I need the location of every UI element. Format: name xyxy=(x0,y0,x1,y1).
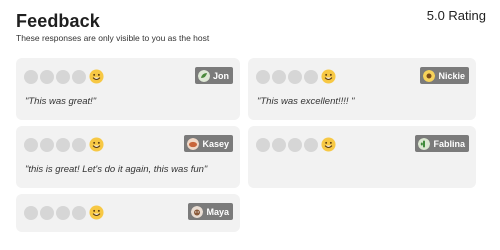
empty-rating-dot xyxy=(288,137,302,152)
empty-rating-dot xyxy=(72,137,86,152)
empty-rating-dot xyxy=(24,205,38,220)
feedback-card-kasey: Kasey "this is great! Let's do it again,… xyxy=(16,126,240,188)
overall-rating: 5.0 Rating xyxy=(426,8,486,23)
cactus-avatar-icon xyxy=(418,137,431,150)
smiley-face-icon xyxy=(321,137,336,152)
feedback-quote: "This was great!" xyxy=(25,96,97,107)
user-name: Fablina xyxy=(433,138,465,149)
user-tag-kasey[interactable]: Kasey xyxy=(184,135,233,152)
empty-rating-dot xyxy=(40,69,54,84)
empty-rating-dot xyxy=(72,205,86,220)
empty-rating-dot xyxy=(56,137,70,152)
empty-rating-dot xyxy=(56,205,70,220)
rating-faces xyxy=(24,137,104,152)
empty-rating-dot xyxy=(288,69,302,84)
feedback-quote: "this is great! Let's do it again, this … xyxy=(25,164,208,175)
feedback-card-maya: Maya xyxy=(16,194,240,232)
empty-rating-dot xyxy=(272,137,286,152)
empty-rating-dot xyxy=(40,205,54,220)
smiley-face-icon xyxy=(89,205,104,220)
rating-faces xyxy=(24,205,104,220)
empty-rating-dot xyxy=(272,69,286,84)
sunflower-avatar-icon xyxy=(423,69,436,82)
smiley-face-icon xyxy=(321,69,336,84)
user-tag-nickie[interactable]: Nickie xyxy=(420,67,469,84)
empty-rating-dot xyxy=(304,69,318,84)
empty-rating-dot xyxy=(40,137,54,152)
user-tag-fablina[interactable]: Fablina xyxy=(415,135,469,152)
user-name: Jon xyxy=(212,70,229,81)
empty-rating-dot xyxy=(24,137,38,152)
pet-avatar-icon xyxy=(191,205,204,218)
feedback-card-jon: Jon "This was great!" xyxy=(16,58,240,120)
user-name: Nickie xyxy=(438,70,465,81)
user-name: Kasey xyxy=(202,138,229,149)
pastry-avatar-icon xyxy=(187,137,200,150)
feedback-grid: Jon "This was great!" Nickie "This was e… xyxy=(16,58,484,232)
feedback-card-nickie: Nickie "This was excellent!!!! " xyxy=(248,58,476,120)
page-subtitle: These responses are only visible to you … xyxy=(16,33,210,43)
page-title: Feedback xyxy=(16,11,100,31)
rating-faces xyxy=(256,69,336,84)
user-name: Maya xyxy=(206,206,229,217)
rating-faces xyxy=(256,137,336,152)
user-tag-maya[interactable]: Maya xyxy=(188,203,233,220)
empty-rating-dot xyxy=(72,69,86,84)
empty-rating-dot xyxy=(304,137,318,152)
empty-rating-dot xyxy=(256,137,270,152)
empty-rating-dot xyxy=(56,69,70,84)
rating-faces xyxy=(24,69,104,84)
leaf-avatar-icon xyxy=(197,69,210,82)
smiley-face-icon xyxy=(89,137,104,152)
empty-rating-dot xyxy=(24,69,38,84)
user-tag-jon[interactable]: Jon xyxy=(194,67,233,84)
smiley-face-icon xyxy=(89,69,104,84)
feedback-quote: "This was excellent!!!! " xyxy=(257,96,355,107)
empty-rating-dot xyxy=(256,69,270,84)
feedback-card-fablina: Fablina xyxy=(248,126,476,188)
